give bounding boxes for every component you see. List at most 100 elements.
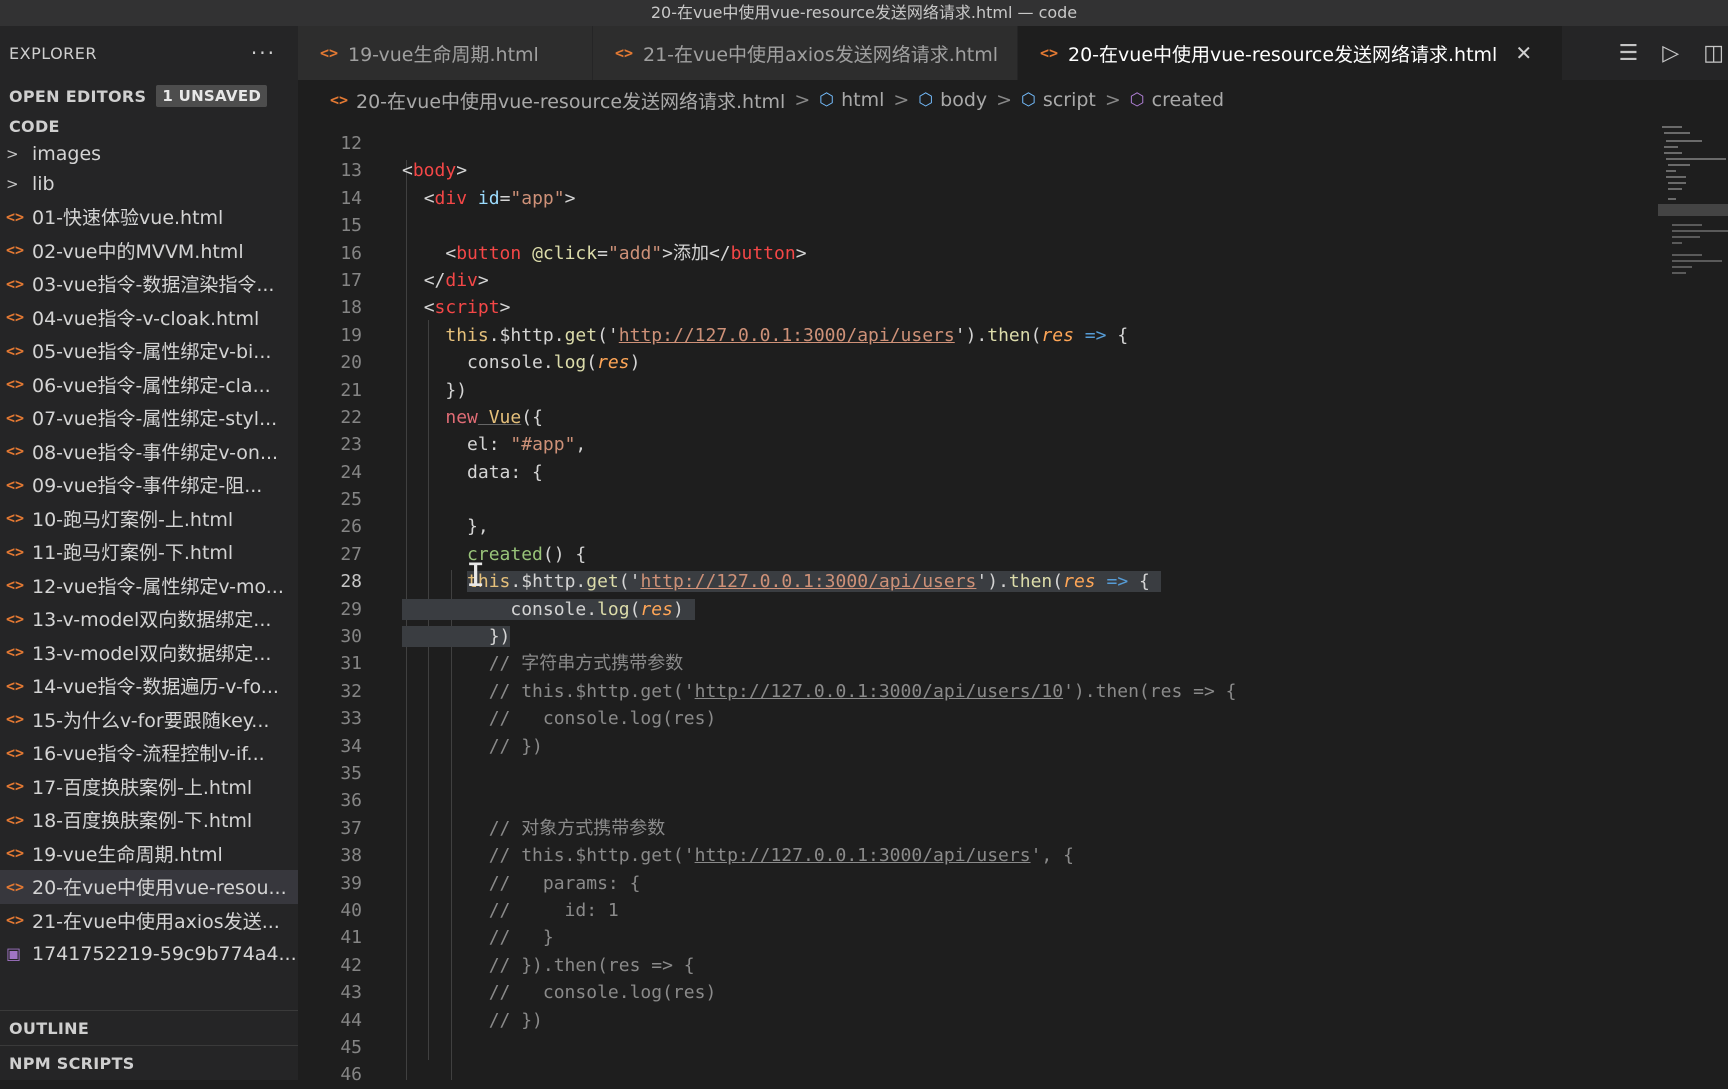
npm-scripts-section[interactable]: NPM SCRIPTS <box>0 1045 298 1080</box>
file-label: 17-百度换肤案例-上.html <box>32 776 253 799</box>
tab-21-axios[interactable]: <> 21-在vue中使用axios发送网络请求.html <box>593 26 1018 80</box>
file-label: 06-vue指令-属性绑定-cla... <box>32 374 271 397</box>
file-item[interactable]: <> 01-快速体验vue.html <box>0 200 298 234</box>
text-cursor-icon: I <box>466 556 486 594</box>
code-line: 38 // this.$http.get('http://127.0.0.1:3… <box>340 845 1074 867</box>
folder-images[interactable]: > images <box>0 140 298 168</box>
code-line-selected: 30 }) <box>340 626 511 648</box>
image-file-icon: ▣ <box>6 944 22 964</box>
chevron-right-icon: > <box>794 89 811 111</box>
file-item[interactable]: <> 19-vue生命周期.html <box>0 837 298 871</box>
code-line: 26 }, <box>340 516 489 538</box>
breadcrumb-html[interactable]: html <box>841 89 884 111</box>
split-editor-icon[interactable]: ◫ <box>1703 41 1724 66</box>
file-item[interactable]: <> 10-跑马灯案例-上.html <box>0 502 298 536</box>
tab-19-lifecycle[interactable]: <> 19-vue生命周期.html <box>298 26 593 80</box>
open-editors-section[interactable]: OPEN EDITORS 1 UNSAVED <box>0 80 298 112</box>
code-line: 20 console.log(res) <box>340 352 641 374</box>
file-label: 07-vue指令-属性绑定-styl... <box>32 408 278 431</box>
file-item[interactable]: <> 17-百度换肤案例-上.html <box>0 770 298 804</box>
html-file-icon: <> <box>6 442 25 461</box>
code-line: 42 // }).then(res => { <box>340 954 695 976</box>
file-item[interactable]: <> 16-vue指令-流程控制v-if... <box>0 736 298 770</box>
code-line: 40 // id: 1 <box>340 899 619 921</box>
file-item[interactable]: <> 13-v-model双向数据绑定... <box>0 602 298 636</box>
tab-bar: <> 19-vue生命周期.html <> 21-在vue中使用axios发送网络请… <box>298 26 1728 80</box>
file-item[interactable]: <> 14-vue指令-数据遍历-v-fo... <box>0 669 298 703</box>
tab-20-vue-resource[interactable]: <> 20-在vue中使用vue-resource发送网络请求.html ✕ <box>1018 26 1563 80</box>
html-file-icon: <> <box>6 375 25 394</box>
file-item[interactable]: <> 20-在vue中使用vue-resou... <box>0 870 298 904</box>
editor-area: <> 19-vue生命周期.html <> 21-在vue中使用axios发送网络请… <box>298 26 1728 1085</box>
file-item[interactable]: <> 08-vue指令-事件绑定v-on... <box>0 435 298 469</box>
html-file-icon: <> <box>6 207 25 226</box>
file-label: 04-vue指令-v-cloak.html <box>32 307 260 330</box>
file-item[interactable]: <> 11-跑马灯案例-下.html <box>0 535 298 569</box>
code-line: 39 // params: { <box>340 872 641 894</box>
html-file-icon: <> <box>6 810 25 829</box>
file-label: 18-百度换肤案例-下.html <box>32 810 253 833</box>
html-file-icon: <> <box>6 241 25 260</box>
file-label: 11-跑马灯案例-下.html <box>32 542 234 565</box>
html-file-icon: <> <box>6 408 25 427</box>
code-editor[interactable]: 12 13 <body> 14 <div id="app"> 15 16 <but… <box>298 130 1648 1085</box>
code-line-selected: 28 this.$http.get('http://127.0.0.1:3000… <box>298 568 1648 595</box>
chevron-right-icon: > <box>893 89 910 111</box>
file-item[interactable]: <> 04-vue指令-v-cloak.html <box>0 301 298 335</box>
more-actions-icon[interactable]: ··· <box>251 41 276 65</box>
breadcrumb-created[interactable]: created <box>1152 89 1224 111</box>
code-line: 44 // }) <box>340 1009 543 1031</box>
html-file-icon: <> <box>330 91 349 109</box>
file-label: 10-跑马灯案例-上.html <box>32 508 234 531</box>
file-item[interactable]: <> 03-vue指令-数据渲染指令... <box>0 267 298 301</box>
list-icon[interactable]: ☰ <box>1619 41 1639 66</box>
code-line: 43 // console.log(res) <box>340 982 717 1004</box>
file-item[interactable]: <> 02-vue中的MVVM.html <box>0 234 298 268</box>
code-line: 19 this.$http.get('http://127.0.0.1:3000… <box>340 324 1129 346</box>
folder-lib[interactable]: > lib <box>0 168 298 200</box>
file-item[interactable]: <> 13-v-model双向数据绑定... <box>0 636 298 670</box>
code-line: 27 created() { <box>340 543 587 565</box>
file-item[interactable]: <> 18-百度换肤案例-下.html <box>0 803 298 837</box>
file-label: 09-vue指令-事件绑定-阻... <box>32 475 263 498</box>
code-line: 32 // this.$http.get('http://127.0.0.1:3… <box>340 680 1237 702</box>
image-file-item[interactable]: ▣ 1741752219-59c9b774a4... <box>0 937 298 971</box>
file-item[interactable]: <> 05-vue指令-属性绑定v-bi... <box>0 334 298 368</box>
file-item[interactable]: <> 07-vue指令-属性绑定-styl... <box>0 401 298 435</box>
file-label: 14-vue指令-数据遍历-v-fo... <box>32 676 279 699</box>
code-folder-section[interactable]: CODE <box>0 112 298 140</box>
file-label: 02-vue中的MVVM.html <box>32 240 244 263</box>
code-line: 16 <button @click="add">添加</button> <box>340 242 807 264</box>
code-line: 45 <box>340 1036 362 1058</box>
html-file-icon: <> <box>6 676 25 695</box>
file-label: 15-为什么v-for要跟随key... <box>32 709 270 732</box>
element-icon: ⬡ <box>819 90 835 110</box>
file-item[interactable]: <> 15-为什么v-for要跟随key... <box>0 703 298 737</box>
file-item[interactable]: <> 21-在vue中使用axios发送... <box>0 904 298 938</box>
file-item[interactable]: <> 06-vue指令-属性绑定-cla... <box>0 368 298 402</box>
chevron-right-icon: > <box>6 145 19 163</box>
chevron-right-icon: > <box>6 175 19 193</box>
file-label: 05-vue指令-属性绑定v-bi... <box>32 341 272 364</box>
code-folder-title: CODE <box>9 116 60 136</box>
breadcrumb-script[interactable]: script <box>1043 89 1096 111</box>
html-file-icon: <> <box>6 542 25 561</box>
window-title: 20-在vue中使用vue-resource发送网络请求.html — code <box>0 0 1728 26</box>
close-icon[interactable]: ✕ <box>1515 41 1532 65</box>
minimap[interactable] <box>1658 120 1728 280</box>
chevron-right-icon: > <box>996 89 1013 111</box>
breadcrumb-body[interactable]: body <box>940 89 987 111</box>
file-item[interactable]: <> 09-vue指令-事件绑定-阻... <box>0 468 298 502</box>
run-icon[interactable]: ▷ <box>1662 41 1679 66</box>
html-file-icon: <> <box>6 308 25 327</box>
code-line: 13 <body> <box>340 160 468 182</box>
file-item[interactable]: <> 12-vue指令-属性绑定v-mo... <box>0 569 298 603</box>
outline-section[interactable]: OUTLINE <box>0 1010 298 1045</box>
explorer-header: EXPLORER ··· <box>0 26 298 80</box>
breadcrumb-file[interactable]: 20-在vue中使用vue-resource发送网络请求.html <box>356 87 785 114</box>
code-line: 21 }) <box>340 379 468 401</box>
code-line: 15 <box>340 215 362 237</box>
file-label: 20-在vue中使用vue-resou... <box>32 877 287 900</box>
code-line: 24 data: { <box>340 461 543 483</box>
file-label: 08-vue指令-事件绑定v-on... <box>32 441 279 464</box>
